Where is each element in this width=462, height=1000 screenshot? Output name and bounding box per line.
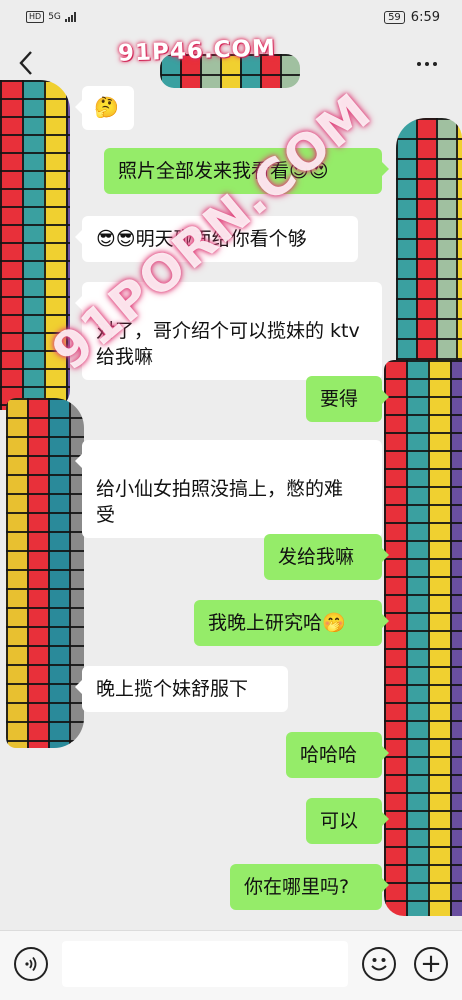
title-bar: 91P46.COM	[0, 34, 462, 92]
battery-icon: 59	[384, 10, 405, 24]
redacted-right-top	[396, 118, 462, 378]
message-text: 可以	[320, 810, 359, 832]
message-text: 哈哈哈	[300, 744, 358, 766]
input-bar: +	[0, 930, 462, 1000]
voice-icon	[25, 956, 37, 972]
more-dot	[433, 62, 437, 66]
voice-button[interactable]	[14, 947, 48, 981]
message-text: 要得	[320, 388, 359, 410]
message-outgoing: 哈哈哈	[286, 732, 389, 778]
chevron-left-icon	[19, 51, 32, 75]
message-text: 🤔	[94, 95, 119, 119]
plus-button[interactable]: +	[414, 947, 448, 981]
message-incoming: 🤔	[75, 86, 134, 130]
hd-badge: HD	[26, 11, 45, 23]
message-outgoing: 可以	[306, 798, 389, 844]
message-outgoing: 我晚上研究哈🤭	[194, 600, 389, 646]
message-input[interactable]	[62, 941, 348, 987]
redacted-right-lower	[384, 360, 462, 916]
message-outgoing: 要得	[306, 376, 389, 422]
watermark-top: 91P46.COM	[117, 35, 277, 67]
message-text: 晚上揽个妹舒服下	[96, 678, 249, 700]
emoji-button[interactable]	[362, 947, 396, 981]
message-outgoing: 发给我嘛	[264, 534, 389, 580]
message-text: 发给我嘛	[278, 546, 355, 568]
message-text: 我晚上研究哈🤭	[208, 612, 346, 634]
redacted-left-upper	[0, 80, 70, 410]
more-dot	[417, 62, 421, 66]
status-bar: HD 5G 59 6:59	[0, 0, 462, 34]
more-button[interactable]	[412, 52, 442, 76]
back-button[interactable]	[12, 48, 40, 78]
more-dot	[425, 62, 429, 66]
message-outgoing: 你在哪里吗?	[230, 864, 389, 910]
signal-icon	[64, 12, 76, 22]
emoji-smile-icon	[371, 958, 387, 971]
redacted-left-lower	[6, 398, 84, 748]
clock: 6:59	[410, 9, 440, 25]
message-incoming: 晚上揽个妹舒服下	[75, 666, 288, 712]
message-incoming: 给小仙女拍照没搞上，憋的难 受	[75, 440, 382, 538]
message-text: 给小仙女拍照没搞上，憋的难 受	[96, 478, 344, 526]
status-left: HD 5G	[26, 11, 76, 23]
status-right: 59 6:59	[384, 10, 440, 25]
message-text: 你在哪里吗?	[244, 876, 350, 898]
plus-icon: +	[420, 949, 442, 979]
network-type: 5G	[48, 12, 61, 22]
